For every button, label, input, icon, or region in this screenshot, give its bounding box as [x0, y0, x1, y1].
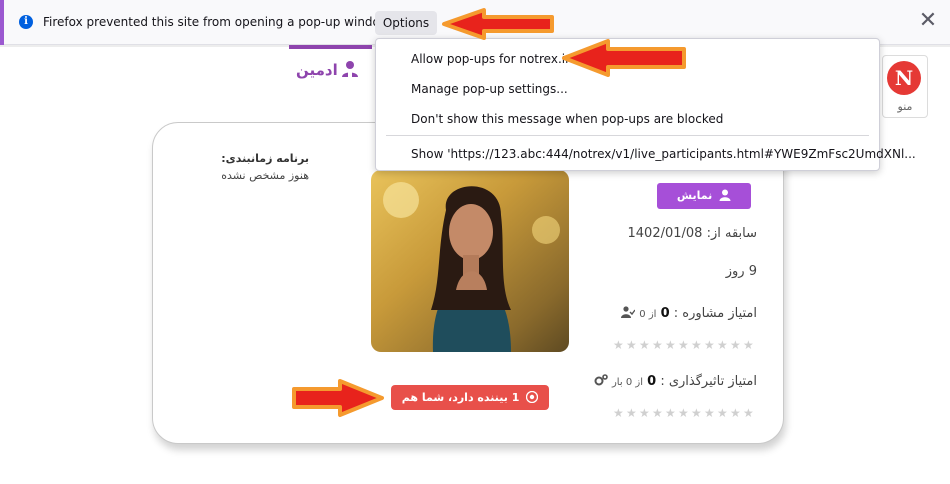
- annotation-arrow-icon: [442, 8, 554, 40]
- site-logo[interactable]: N منو: [882, 55, 928, 118]
- star-icon[interactable]: ★: [704, 339, 716, 351]
- tab-admin[interactable]: ادمین: [296, 61, 338, 79]
- consult-stars: ★ ★ ★ ★ ★ ★ ★ ★ ★ ★ ★: [613, 334, 758, 351]
- star-icon[interactable]: ★: [743, 407, 755, 419]
- user-icon: [719, 189, 731, 201]
- menu-item-dont-show[interactable]: Don't show this message when pop-ups are…: [411, 112, 723, 126]
- star-icon[interactable]: ★: [652, 339, 664, 351]
- star-icon[interactable]: ★: [717, 407, 729, 419]
- star-icon[interactable]: ★: [743, 339, 755, 351]
- star-icon[interactable]: ★: [626, 407, 638, 419]
- star-icon[interactable]: ★: [626, 339, 638, 351]
- menu-item-manage-settings[interactable]: Manage pop-up settings...: [411, 82, 568, 96]
- annotation-arrow-icon: [292, 379, 384, 417]
- menu-item-show-popup-url[interactable]: Show 'https://123.abc:444/notrex/v1/live…: [411, 147, 916, 161]
- consult-of: از 0: [639, 309, 657, 320]
- popup-blocked-message: Firefox prevented this site from opening…: [43, 15, 393, 29]
- bar-accent: [0, 0, 4, 45]
- gears-icon: [594, 374, 608, 386]
- viewers-button[interactable]: 1 بیننده دارد، شما هم ببینید: [391, 385, 549, 429]
- tenure-label: سابقه از:: [706, 226, 757, 241]
- star-icon[interactable]: ★: [613, 339, 625, 351]
- star-icon[interactable]: ★: [678, 339, 690, 351]
- schedule-value: هنوز مشخص نشده: [221, 169, 309, 182]
- admin-tab-indicator: [289, 45, 372, 49]
- influence-of: از 0 بار: [611, 377, 643, 388]
- star-icon[interactable]: ★: [665, 407, 677, 419]
- profile-photo: [371, 170, 569, 352]
- logo-mark: N: [887, 61, 921, 95]
- annotation-arrow-icon: [562, 39, 686, 77]
- menu-separator: [386, 135, 869, 136]
- influence-stars: ★ ★ ★ ★ ★ ★ ★ ★ ★ ★ ★: [613, 402, 758, 419]
- consult-score: 0: [660, 306, 670, 321]
- close-icon[interactable]: ✕: [916, 9, 940, 33]
- star-icon[interactable]: ★: [730, 407, 742, 419]
- star-icon[interactable]: ★: [652, 407, 664, 419]
- show-profile-button[interactable]: نمایش پروفایل: [657, 183, 751, 228]
- consult-score-row: امتیاز مشاوره : 0 از 0: [621, 306, 757, 321]
- tenure-row: سابقه از: 1402/01/08: [628, 226, 758, 241]
- user-check-icon: [621, 306, 636, 318]
- star-icon[interactable]: ★: [704, 407, 716, 419]
- menu-label: منو: [897, 100, 913, 113]
- days-count: 9 روز: [725, 264, 757, 279]
- influence-score: 0: [647, 374, 657, 389]
- influence-score-row: امتیاز تاثیرگذاری : 0 از 0 بار: [594, 374, 757, 389]
- admin-user-icon: [342, 61, 358, 77]
- menu-item-allow-popups[interactable]: Allow pop-ups for notrex.ir: [411, 52, 570, 66]
- star-icon[interactable]: ★: [691, 407, 703, 419]
- star-icon[interactable]: ★: [613, 407, 625, 419]
- eye-icon: [526, 391, 539, 403]
- star-icon[interactable]: ★: [639, 339, 651, 351]
- options-button[interactable]: Options: [375, 11, 437, 35]
- info-icon: i: [19, 15, 33, 29]
- influence-label: امتیاز تاثیرگذاری :: [660, 374, 757, 389]
- star-icon[interactable]: ★: [678, 407, 690, 419]
- tenure-date: 1402/01/08: [627, 226, 703, 241]
- schedule-title: برنامه زمانبندی:: [221, 152, 309, 165]
- star-icon[interactable]: ★: [691, 339, 703, 351]
- star-icon[interactable]: ★: [717, 339, 729, 351]
- star-icon[interactable]: ★: [665, 339, 677, 351]
- star-icon[interactable]: ★: [730, 339, 742, 351]
- star-icon[interactable]: ★: [639, 407, 651, 419]
- consult-label: امتیاز مشاوره :: [673, 306, 757, 321]
